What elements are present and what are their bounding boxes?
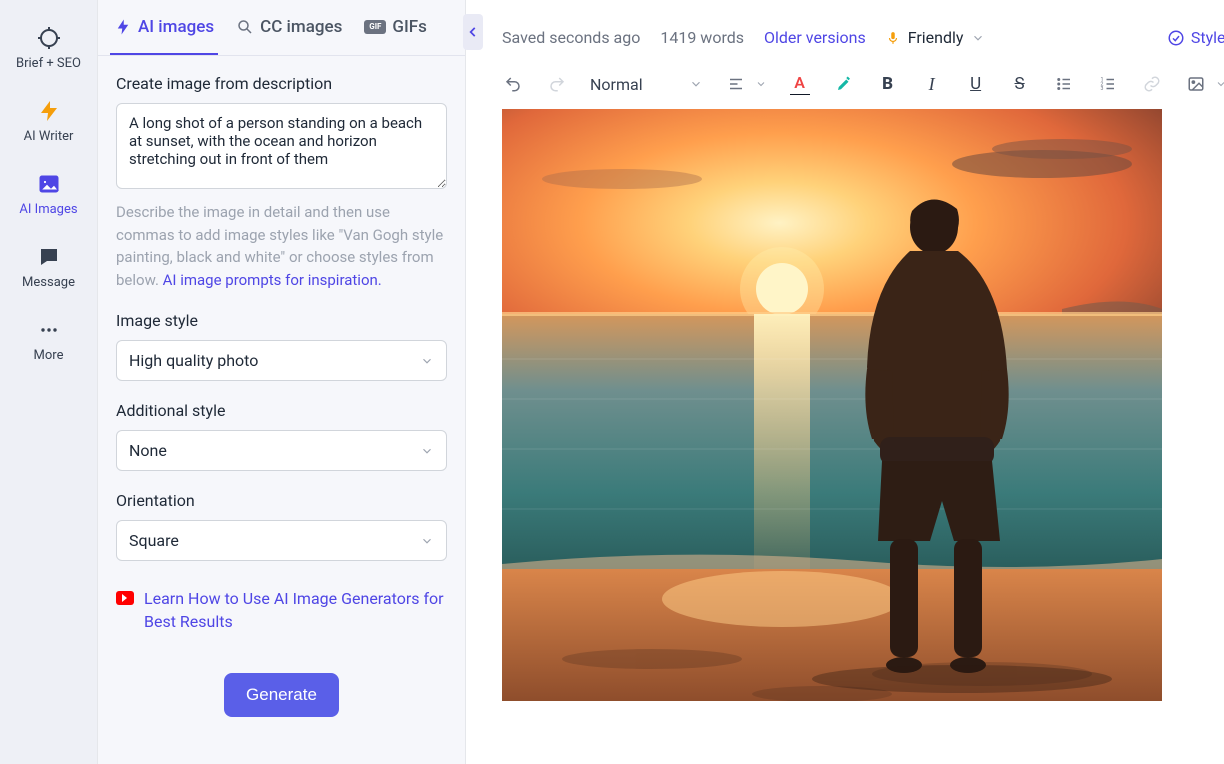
- chevron-down-icon: [420, 354, 434, 368]
- prompt-inspiration-link[interactable]: AI image prompts for inspiration.: [163, 271, 382, 289]
- tab-ai-images[interactable]: AI images: [110, 0, 218, 55]
- select-value: Square: [129, 531, 179, 550]
- underline-button[interactable]: U: [965, 73, 987, 95]
- select-value: None: [129, 441, 167, 460]
- youtube-icon: [116, 591, 134, 605]
- saved-status: Saved seconds ago: [502, 28, 640, 47]
- chevron-down-icon[interactable]: [1215, 78, 1224, 90]
- select-value: High quality photo: [129, 351, 258, 370]
- side-tabs: AI images CC images GIF GIFs: [98, 0, 465, 56]
- chevron-down-icon: [420, 534, 434, 548]
- orientation-label: Orientation: [116, 491, 447, 510]
- chevron-down-icon[interactable]: [755, 78, 767, 90]
- editor-area: Saved seconds ago 1419 words Older versi…: [466, 0, 1224, 764]
- svg-text:3: 3: [1100, 86, 1103, 92]
- microphone-icon: [886, 30, 900, 46]
- search-icon: [236, 18, 254, 36]
- learn-row: Learn How to Use AI Image Generators for…: [116, 587, 447, 633]
- tab-gifs[interactable]: GIF GIFs: [360, 0, 431, 55]
- redo-button[interactable]: [546, 73, 568, 95]
- letter-a-icon: A: [794, 73, 805, 92]
- bold-button[interactable]: B: [877, 73, 899, 95]
- target-icon: [37, 26, 61, 50]
- generate-button[interactable]: Generate: [224, 673, 339, 717]
- format-value: Normal: [590, 75, 643, 94]
- editor-header: Saved seconds ago 1419 words Older versi…: [502, 28, 1224, 47]
- chevron-down-icon: [971, 31, 985, 45]
- nav-item-ai-writer[interactable]: AI Writer: [0, 89, 97, 162]
- underline-bar-icon: [790, 94, 810, 95]
- strikethrough-button[interactable]: S: [1009, 73, 1031, 95]
- tone-select[interactable]: Friendly: [886, 28, 986, 47]
- sunset-beach-illustration: [502, 109, 1162, 701]
- undo-button[interactable]: [502, 73, 524, 95]
- image-style-label: Image style: [116, 311, 447, 330]
- prompt-textarea[interactable]: [116, 103, 447, 189]
- learn-link[interactable]: Learn How to Use AI Image Generators for…: [144, 587, 447, 633]
- additional-style-label: Additional style: [116, 401, 447, 420]
- numbered-list-button[interactable]: 123: [1097, 73, 1119, 95]
- tab-label: GIFs: [392, 17, 427, 37]
- nav-label: Message: [22, 275, 75, 290]
- font-color-button[interactable]: A: [789, 73, 811, 95]
- generated-image[interactable]: [502, 109, 1162, 701]
- nav-label: AI Writer: [24, 129, 74, 144]
- tab-cc-images[interactable]: CC images: [232, 0, 346, 55]
- additional-style-select[interactable]: None: [116, 430, 447, 471]
- older-versions-link[interactable]: Older versions: [764, 28, 866, 47]
- message-icon: [37, 245, 61, 269]
- nav-item-brief-seo[interactable]: Brief + SEO: [0, 16, 97, 89]
- more-icon: [37, 318, 61, 342]
- style-guide-label: Style Guide: [1191, 28, 1224, 47]
- insert-image-button[interactable]: [1185, 73, 1207, 95]
- nav-item-ai-images[interactable]: AI Images: [0, 162, 97, 235]
- word-count: 1419 words: [660, 28, 744, 47]
- nav-label: AI Images: [19, 202, 77, 217]
- side-panel: AI images CC images GIF GIFs Create imag…: [97, 0, 466, 764]
- image-icon: [37, 172, 61, 196]
- link-button[interactable]: [1141, 73, 1163, 95]
- tab-label: AI images: [138, 17, 214, 37]
- bullet-list-button[interactable]: [1053, 73, 1075, 95]
- gif-badge-icon: GIF: [364, 20, 386, 34]
- collapse-panel-button[interactable]: [463, 14, 483, 50]
- highlight-button[interactable]: [833, 73, 855, 95]
- orientation-select[interactable]: Square: [116, 520, 447, 561]
- nav-rail: Brief + SEO AI Writer AI Images Message …: [0, 0, 97, 764]
- panel-body: Create image from description Describe t…: [98, 56, 465, 741]
- format-select[interactable]: Normal: [590, 75, 703, 94]
- image-style-select[interactable]: High quality photo: [116, 340, 447, 381]
- tone-label: Friendly: [908, 28, 964, 47]
- editor-toolbar: Normal A B I U S 123: [502, 67, 1224, 109]
- prompt-helper: Describe the image in detail and then us…: [116, 201, 447, 291]
- align-button[interactable]: [725, 73, 747, 95]
- bolt-icon: [114, 18, 132, 36]
- nav-label: Brief + SEO: [16, 56, 81, 71]
- bolt-icon: [37, 99, 61, 123]
- nav-item-more[interactable]: More: [0, 308, 97, 381]
- tab-label: CC images: [260, 17, 342, 37]
- check-circle-icon: [1167, 29, 1185, 47]
- style-guide-link[interactable]: Style Guide: [1167, 28, 1224, 47]
- chevron-down-icon: [689, 77, 703, 91]
- italic-button[interactable]: I: [921, 73, 943, 95]
- chevron-down-icon: [420, 444, 434, 458]
- nav-label: More: [34, 348, 64, 363]
- nav-item-message[interactable]: Message: [0, 235, 97, 308]
- prompt-label: Create image from description: [116, 74, 447, 93]
